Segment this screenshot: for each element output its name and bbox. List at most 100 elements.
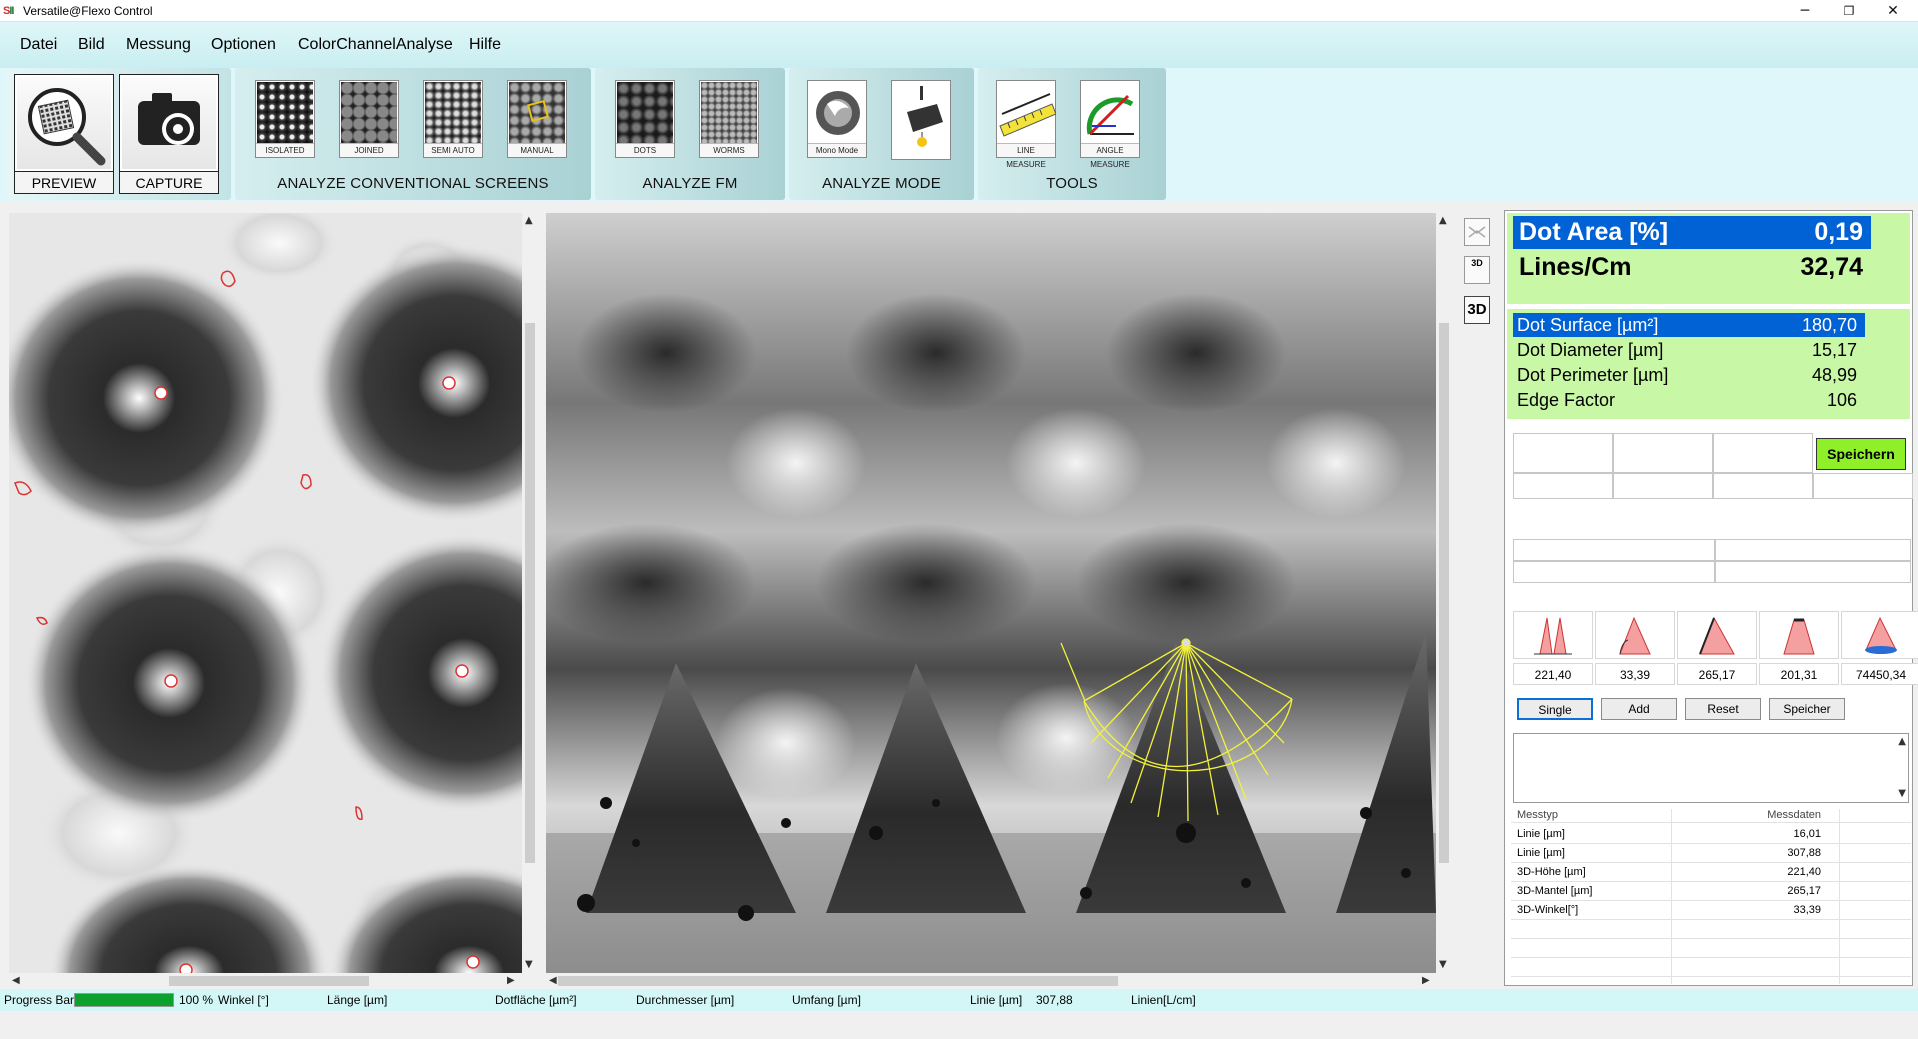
table-row[interactable]: Linie [µm] 307,88 xyxy=(1511,844,1911,863)
preview-button[interactable]: PREVIEW xyxy=(14,74,114,194)
measurement-table: Messtyp Messdaten Linie [µm] 16,01 Linie … xyxy=(1511,809,1911,984)
single-button[interactable]: Single xyxy=(1517,698,1593,720)
linie-value: 307,88 xyxy=(1036,993,1073,1007)
table-row[interactable] xyxy=(1511,920,1911,939)
isolated-label: ISOLATED xyxy=(256,143,314,157)
menu-datei[interactable]: Datei xyxy=(20,36,57,54)
right-view-vscrollbar[interactable]: ▲ ▼ xyxy=(1436,213,1452,973)
image-2d-view[interactable] xyxy=(9,213,522,973)
scroll-left-icon[interactable]: ◀ xyxy=(12,975,20,987)
scroll-down-icon[interactable]: ▼ xyxy=(1898,788,1906,800)
notes-textarea[interactable]: ▲ ▼ xyxy=(1513,733,1909,803)
height-shape-icon[interactable] xyxy=(1513,611,1593,659)
dot-surface-row[interactable]: Dot Surface [µm²] 180,70 xyxy=(1513,313,1865,337)
table-row[interactable]: Linie [µm] 16,01 xyxy=(1511,825,1911,844)
logo-bars: II xyxy=(9,5,14,17)
mantle-shape-icon[interactable] xyxy=(1677,611,1757,659)
dots-button[interactable]: DOTS xyxy=(615,80,675,158)
top-value: 201,31 xyxy=(1759,663,1839,685)
semi-auto-button[interactable]: SEMI AUTO xyxy=(423,80,483,158)
close-button[interactable]: ✕ xyxy=(1871,0,1915,22)
add-button[interactable]: Add xyxy=(1601,698,1677,720)
table-row[interactable]: 3D-Mantel [µm] 265,17 xyxy=(1511,882,1911,901)
view-3d-label-button[interactable]: 3D xyxy=(1464,256,1490,284)
row-value: 33,39 xyxy=(1793,904,1821,916)
dot-area-row[interactable]: Dot Area [%] 0,19 xyxy=(1513,216,1871,249)
line-measure-button[interactable]: LINE MEASURE xyxy=(996,80,1057,169)
joined-button[interactable]: JOINED xyxy=(339,80,399,158)
dot-diameter-row[interactable]: Dot Diameter [µm] 15,17 xyxy=(1513,338,1865,362)
metric-value: 48,99 xyxy=(1811,365,1857,385)
primary-results: Dot Area [%] 0,19 Lines/Cm 32,74 xyxy=(1507,213,1910,304)
menu-messung[interactable]: Messung xyxy=(126,36,191,54)
lines-cm-label: Lines/Cm xyxy=(1519,253,1632,281)
scroll-left-icon[interactable]: ◀ xyxy=(549,975,557,987)
table-row[interactable] xyxy=(1511,958,1911,977)
semi-auto-icon xyxy=(425,82,481,144)
scroll-up-icon[interactable]: ▲ xyxy=(1898,736,1906,748)
shape-toggle-icon[interactable] xyxy=(1464,218,1490,246)
manual-icon xyxy=(509,82,565,144)
column-header: Messtyp xyxy=(1517,809,1558,821)
manual-button[interactable]: MANUAL xyxy=(507,80,567,158)
app-window: SII Versatile@Flexo Control ─ ❐ ✕ Datei … xyxy=(0,0,1918,1039)
isolated-button[interactable]: ISOLATED xyxy=(255,80,315,158)
title-bar: SII Versatile@Flexo Control ─ ❐ ✕ xyxy=(0,0,1918,22)
semi-auto-label: SEMI AUTO xyxy=(424,143,482,157)
image-3d-view[interactable] xyxy=(546,213,1436,973)
results-panel: Dot Area [%] 0,19 Lines/Cm 32,74 Dot Sur… xyxy=(1504,210,1918,986)
scroll-right-icon[interactable]: ▶ xyxy=(507,975,515,987)
right-view-hscrollbar[interactable]: ◀ ▶ xyxy=(546,973,1436,989)
edge-factor-row[interactable]: Edge Factor 106 xyxy=(1513,388,1865,412)
reset-button[interactable]: Reset xyxy=(1685,698,1761,720)
menu-bild[interactable]: Bild xyxy=(78,36,105,54)
angle-shape-icon[interactable] xyxy=(1595,611,1675,659)
dot-image-2d xyxy=(9,213,522,973)
table-row[interactable]: 3D-Höhe [µm] 221,40 xyxy=(1511,863,1911,882)
metric-label: Dot Perimeter [µm] xyxy=(1517,365,1669,385)
dots-label: DOTS xyxy=(616,143,674,157)
scroll-up-icon[interactable]: ▲ xyxy=(525,215,533,227)
minimize-button[interactable]: ─ xyxy=(1783,0,1827,22)
save-button[interactable]: Speichern xyxy=(1816,438,1906,470)
mono-mode-button[interactable]: Mono Mode xyxy=(807,80,867,158)
volume-shape-icon[interactable] xyxy=(1841,611,1918,659)
scroll-right-icon[interactable]: ▶ xyxy=(1422,975,1430,987)
camera-icon xyxy=(122,77,216,169)
left-view-vscrollbar[interactable]: ▲ ▼ xyxy=(522,213,538,973)
table-header: Messtyp Messdaten xyxy=(1511,809,1911,823)
metric-value: 106 xyxy=(1826,390,1857,410)
angle-measure-label: ANGLE MEASURE xyxy=(1081,143,1139,169)
height-value: 221,40 xyxy=(1513,663,1593,685)
menu-optionen[interactable]: Optionen xyxy=(211,36,276,54)
grid-cell xyxy=(1613,433,1713,473)
menu-hilfe[interactable]: Hilfe xyxy=(469,36,501,54)
left-vscroll-thumb[interactable] xyxy=(525,323,535,863)
top-shape-icon[interactable] xyxy=(1759,611,1839,659)
light-mode-button[interactable] xyxy=(891,80,951,160)
capture-button[interactable]: CAPTURE xyxy=(119,74,219,194)
left-view-hscrollbar[interactable]: ◀ ▶ xyxy=(9,973,522,989)
left-hscroll-thumb[interactable] xyxy=(169,976,369,986)
toolbar: PREVIEW CAPTURE ISOLATED JOINED SEMI AUT… xyxy=(0,68,1918,202)
row-type: 3D-Winkel[°] xyxy=(1517,904,1579,916)
scroll-up-icon[interactable]: ▲ xyxy=(1439,215,1447,227)
view-3d-button[interactable]: 3D xyxy=(1464,296,1490,324)
menu-colorchannelanalyse[interactable]: ColorChannelAnalyse xyxy=(298,36,453,54)
table-row[interactable] xyxy=(1511,939,1911,958)
dots-icon xyxy=(617,82,673,144)
right-hscroll-thumb[interactable] xyxy=(558,976,1118,986)
table-row[interactable]: 3D-Winkel[°] 33,39 xyxy=(1511,901,1911,920)
row-type: 3D-Mantel [µm] xyxy=(1517,885,1593,897)
dot-perimeter-row[interactable]: Dot Perimeter [µm] 48,99 xyxy=(1513,363,1865,387)
scroll-down-icon[interactable]: ▼ xyxy=(1439,959,1447,971)
maximize-button[interactable]: ❐ xyxy=(1827,0,1871,22)
scroll-down-icon[interactable]: ▼ xyxy=(525,959,533,971)
metric-label: Dot Surface [µm²] xyxy=(1517,315,1659,335)
right-vscroll-thumb[interactable] xyxy=(1439,323,1449,863)
speicher-button[interactable]: Speicher xyxy=(1769,698,1845,720)
worms-button[interactable]: WORMS xyxy=(699,80,759,158)
angle-measure-button[interactable]: ANGLE MEASURE xyxy=(1080,80,1140,169)
lines-cm-row[interactable]: Lines/Cm 32,74 xyxy=(1513,251,1871,284)
grid-cell xyxy=(1713,433,1813,473)
